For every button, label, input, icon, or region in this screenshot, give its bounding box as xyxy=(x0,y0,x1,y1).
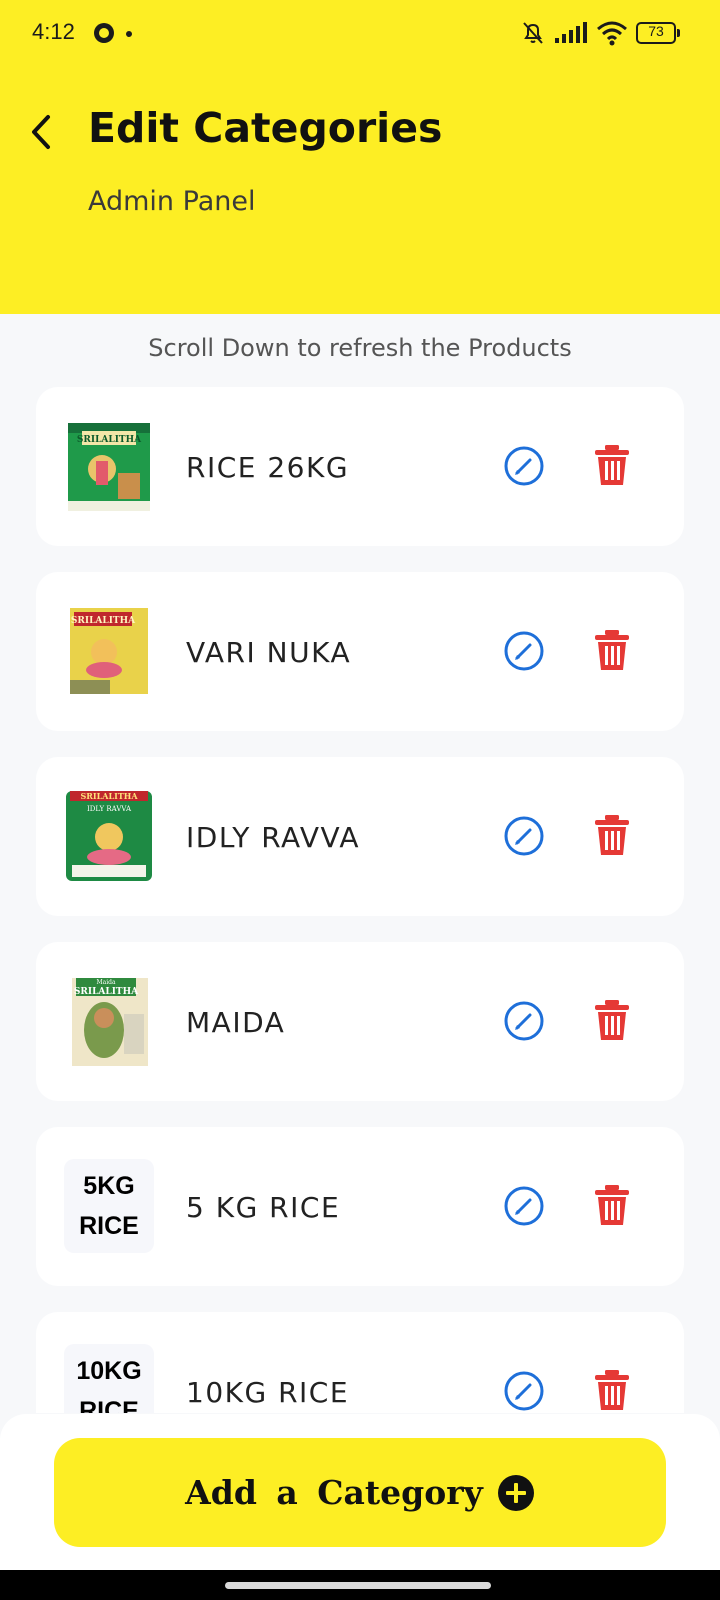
category-name: VARI NUKA xyxy=(186,636,352,669)
edit-icon[interactable] xyxy=(502,814,546,858)
brand-text: SRILALITHA xyxy=(80,791,138,801)
sub-text: IDLY RAVVA xyxy=(87,805,132,813)
category-name: MAIDA xyxy=(186,1006,286,1039)
notification-dot xyxy=(126,31,132,37)
trash-icon[interactable] xyxy=(592,1368,632,1412)
category-card[interactable]: Maida SRILALITHA MAIDA xyxy=(36,942,684,1101)
trash-icon[interactable] xyxy=(592,443,632,487)
brand-text: SRILALITHA xyxy=(77,435,142,445)
category-card[interactable]: SRILALITHA VARI NUKA xyxy=(36,572,684,731)
maida-bag-image: Maida SRILALITHA xyxy=(72,978,148,1066)
thumb-line-1: 10KG xyxy=(76,1357,142,1385)
refresh-hint: Scroll Down to refresh the Products xyxy=(148,334,572,362)
category-list[interactable]: SRILALITHA RICE 26KG SRILALITHA VARI NUK… xyxy=(36,387,684,1413)
page-title: Edit Categories xyxy=(88,104,443,152)
thumb-line-2: RICE xyxy=(79,1212,139,1240)
trash-icon[interactable] xyxy=(592,628,632,672)
trash-icon[interactable] xyxy=(592,998,632,1042)
brand-text: SRILALITHA xyxy=(74,987,139,997)
signal-icon xyxy=(555,22,587,43)
thumb-line-1: 5KG xyxy=(83,1172,135,1200)
category-thumbnail: 5KG RICE xyxy=(64,1159,154,1253)
brand-text: SRILALITHA xyxy=(71,616,136,626)
category-card[interactable]: SRILALITHA IDLY RAVVA IDLY RAVVA xyxy=(36,757,684,916)
battery-level: 73 xyxy=(648,23,664,39)
category-thumbnail: SRILALITHA xyxy=(64,419,154,513)
category-thumbnail: 10KG RICE xyxy=(64,1344,154,1413)
status-time: 4:12 xyxy=(32,19,75,44)
rice-bag-image: SRILALITHA xyxy=(68,423,150,511)
page-subtitle: Admin Panel xyxy=(88,186,256,217)
battery-nub xyxy=(677,29,680,37)
category-name: 5 KG RICE xyxy=(186,1191,341,1224)
vari-nuka-bag-image: SRILALITHA xyxy=(70,608,148,694)
thumb-line-2: RICE xyxy=(79,1397,139,1413)
category-thumbnail: SRILALITHA IDLY RAVVA xyxy=(64,789,154,883)
trash-icon[interactable] xyxy=(592,813,632,857)
trash-icon[interactable] xyxy=(592,1183,632,1227)
add-category-button[interactable]: Add a Category xyxy=(54,1438,666,1547)
edit-icon[interactable] xyxy=(502,999,546,1043)
bell-off-icon xyxy=(523,22,543,44)
back-arrow-icon xyxy=(32,115,50,149)
plus-circle-icon xyxy=(497,1474,534,1511)
status-bar: 4:12 73 xyxy=(0,0,720,68)
home-gesture-handle[interactable] xyxy=(225,1582,491,1589)
category-card[interactable]: 10KG RICE 10KG RICE xyxy=(36,1312,684,1413)
category-card[interactable]: SRILALITHA RICE 26KG xyxy=(36,387,684,546)
idly-ravva-bag-image: SRILALITHA IDLY RAVVA xyxy=(66,791,152,881)
back-button[interactable] xyxy=(18,108,66,156)
app-notification-icon xyxy=(94,23,114,43)
category-thumbnail: Maida SRILALITHA xyxy=(64,974,154,1068)
category-name: 10KG RICE xyxy=(186,1376,350,1409)
edit-icon[interactable] xyxy=(502,629,546,673)
add-category-label: Add a Category xyxy=(185,1473,483,1512)
category-thumbnail: SRILALITHA xyxy=(64,604,154,698)
category-card[interactable]: 5KG RICE 5 KG RICE xyxy=(36,1127,684,1286)
edit-icon[interactable] xyxy=(502,1369,546,1413)
system-nav-bar xyxy=(0,1570,720,1600)
edit-icon[interactable] xyxy=(502,444,546,488)
wifi-icon xyxy=(597,21,627,46)
edit-icon[interactable] xyxy=(502,1184,546,1228)
category-name: IDLY RAVVA xyxy=(186,821,361,854)
status-icons: 73 xyxy=(520,18,680,48)
category-name: RICE 26KG xyxy=(186,451,350,484)
battery-icon: 73 xyxy=(636,22,680,44)
